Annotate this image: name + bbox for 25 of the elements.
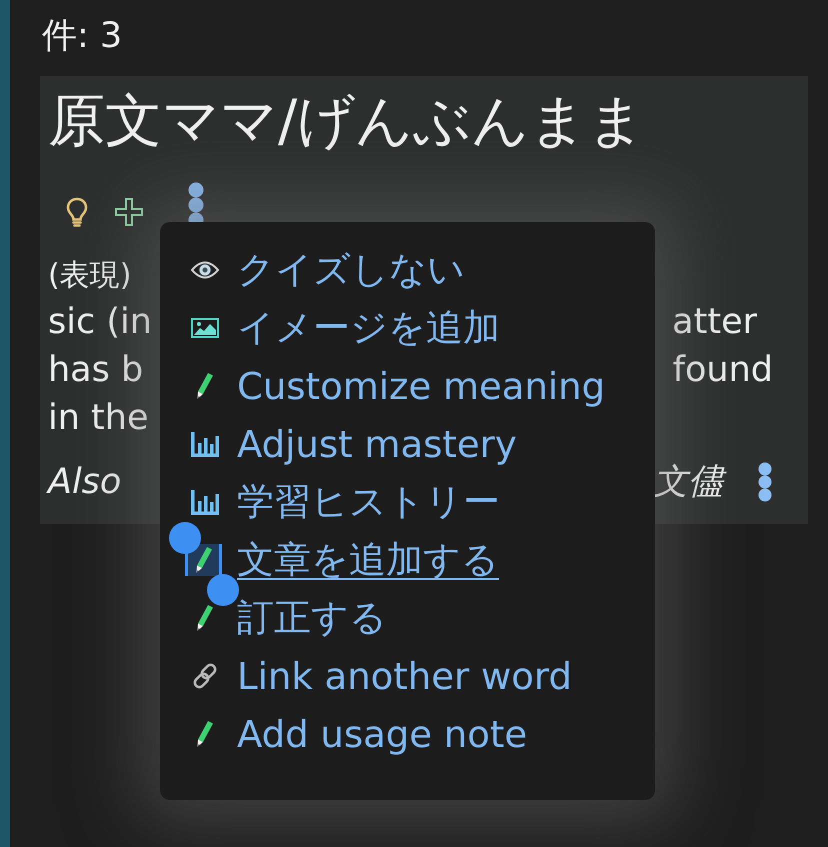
definition-text: in the — [48, 397, 148, 440]
plus-icon — [114, 197, 144, 227]
menu-item[interactable]: イメージを追加 — [190, 299, 500, 357]
menu-item[interactable]: Add usage note — [190, 705, 528, 763]
definition-text: sic (in — [48, 301, 152, 344]
menu-item[interactable]: Customize meaning — [190, 357, 606, 415]
menu-item[interactable]: 学習ヒストリー — [190, 473, 500, 531]
menu-item[interactable]: 訂正する — [190, 589, 387, 647]
definition-text: found — [672, 349, 773, 392]
part-of-speech: (表現) — [48, 257, 132, 295]
also-written-text: Also — [48, 461, 122, 504]
hint-button[interactable] — [66, 196, 88, 228]
menu-item[interactable]: クイズしない — [190, 241, 465, 299]
add-button[interactable] — [114, 197, 144, 227]
pencil-icon — [185, 544, 222, 576]
menu-item[interactable]: Adjust mastery — [190, 415, 517, 473]
more-options-icon[interactable] — [758, 462, 772, 502]
result-count: 件: 3 — [42, 15, 122, 58]
definition-text: has b — [48, 349, 144, 392]
selection-handle-icon[interactable] — [207, 574, 239, 606]
definition-text: atter — [672, 301, 757, 344]
selection-handle-icon[interactable] — [169, 522, 201, 554]
lightbulb-icon — [66, 196, 88, 228]
entry-title: 原文ママ/げんぶんまま — [48, 87, 646, 156]
menu-item[interactable]: Link another word — [190, 647, 572, 705]
